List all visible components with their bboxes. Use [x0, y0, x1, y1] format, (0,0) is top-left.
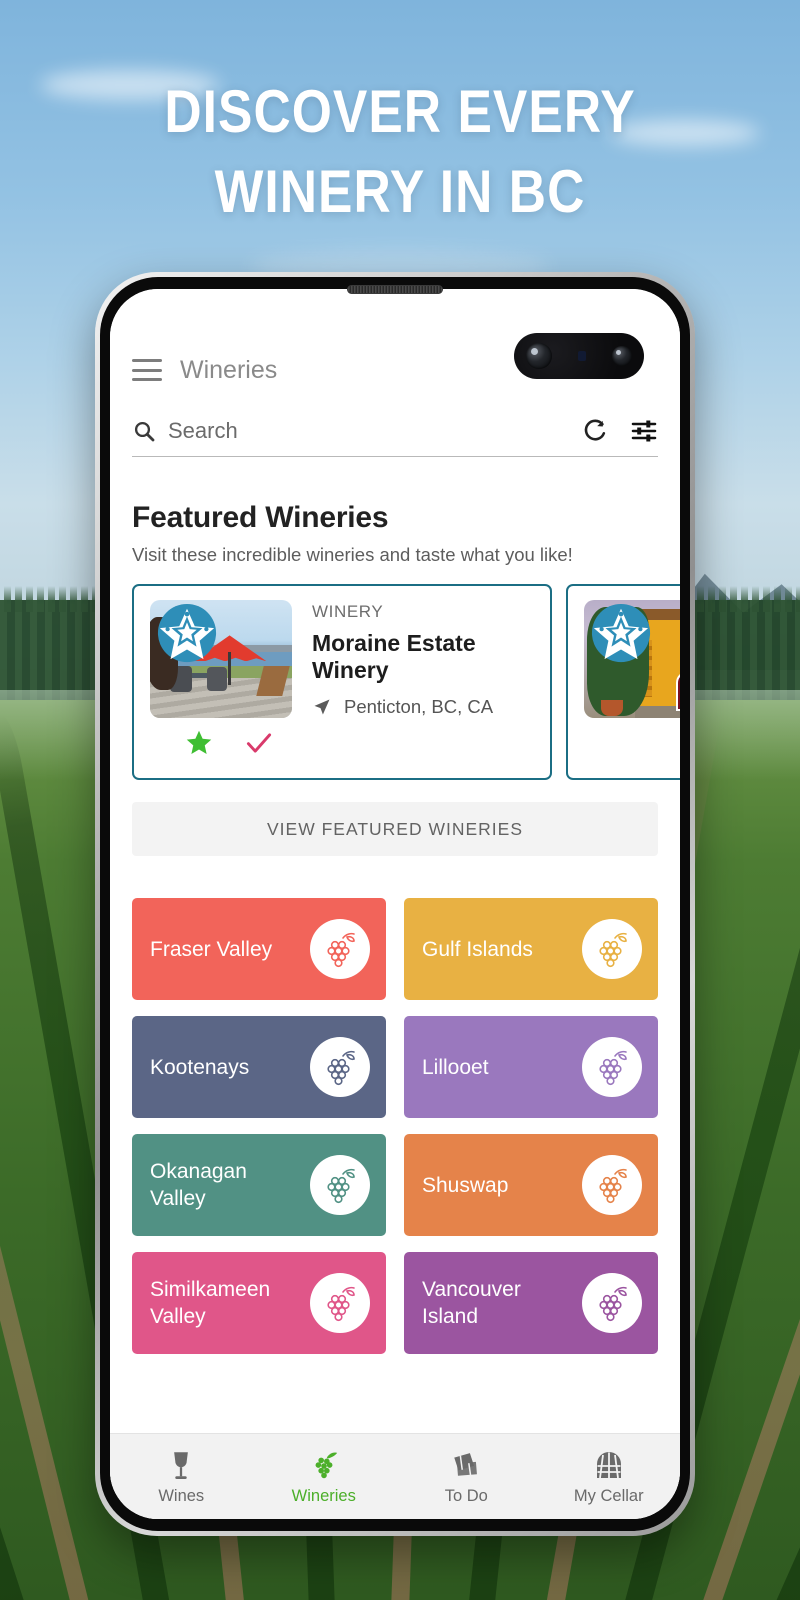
grapes-icon — [310, 1155, 370, 1215]
grapes-icon — [310, 919, 370, 979]
tickets-icon — [450, 1448, 482, 1482]
region-tile-fraser-valley[interactable]: Fraser Valley — [132, 898, 386, 1000]
nav-item-my-cellar[interactable]: My Cellar — [538, 1448, 681, 1506]
grapes-icon — [582, 1273, 642, 1333]
star-icon[interactable] — [184, 728, 214, 758]
region-label: Similkameen Valley — [150, 1278, 271, 1328]
phone-screen: Wineries Search Featured Wineries Visit … — [110, 289, 680, 1519]
promo-headline: DISCOVER EVERY WINERY IN BC — [56, 72, 744, 232]
winery-kicker: WINERY — [312, 602, 384, 621]
phone-bezel: Wineries Search Featured Wineries Visit … — [100, 277, 690, 1531]
grapes-icon — [582, 919, 642, 979]
winery-thumbnail — [150, 600, 292, 718]
front-camera-lens-secondary-icon — [612, 346, 632, 366]
hamburger-menu-icon[interactable] — [132, 359, 162, 381]
region-tile-lillooet[interactable]: Lillooet — [404, 1016, 658, 1118]
grapes-icon — [582, 1037, 642, 1097]
headline-line-1: DISCOVER EVERY — [164, 78, 636, 145]
nav-label: Wines — [158, 1486, 205, 1505]
region-label: Lillooet — [422, 1055, 489, 1079]
headline-line-2: WINERY IN BC — [214, 158, 586, 225]
nav-item-wines[interactable]: Wines — [110, 1448, 253, 1506]
region-tile-kootenays[interactable]: Kootenays — [132, 1016, 386, 1118]
nav-item-to-do[interactable]: To Do — [395, 1448, 538, 1506]
scroll-content[interactable]: Featured Wineries Visit these incredible… — [110, 457, 680, 1519]
page-title: Wineries — [180, 356, 278, 384]
region-grid: Fraser Valley Gulf Islands Kootenays Lil… — [132, 898, 658, 1354]
phone-mockup: Wineries Search Featured Wineries Visit … — [95, 272, 695, 1536]
star-badge-icon — [156, 602, 218, 664]
region-tile-vancouver-island[interactable]: Vancouver Island — [404, 1252, 658, 1354]
view-featured-wineries-button[interactable]: VIEW FEATURED WINERIES — [132, 802, 658, 856]
navigation-arrow-icon — [312, 697, 332, 717]
search-bar — [132, 417, 658, 457]
grapes-icon — [310, 1273, 370, 1333]
star-badge-icon — [590, 602, 652, 664]
bottom-navigation-bar: Wines Wineries To Do My Cellar — [110, 1433, 680, 1519]
front-camera-lens-icon — [526, 343, 552, 369]
nav-item-wineries[interactable]: Wineries — [253, 1448, 396, 1506]
region-label: Shuswap — [422, 1173, 509, 1197]
tune-filter-icon[interactable] — [630, 417, 658, 445]
nav-label: My Cellar — [573, 1486, 644, 1505]
featured-winery-card[interactable] — [566, 584, 680, 780]
refresh-icon[interactable] — [581, 418, 608, 445]
region-label: Gulf Islands — [422, 937, 533, 961]
region-tile-okanagan-valley[interactable]: Okanagan Valley — [132, 1134, 386, 1236]
grapes-icon — [309, 1448, 339, 1482]
region-tile-similkameen-valley[interactable]: Similkameen Valley — [132, 1252, 386, 1354]
nav-label: Wineries — [291, 1486, 356, 1505]
region-label: Fraser Valley — [150, 937, 273, 961]
app-viewport: Wineries Search Featured Wineries Visit … — [110, 289, 680, 1519]
winery-thumbnail — [584, 600, 680, 718]
camera-cutout — [514, 333, 644, 379]
winery-location: Penticton, BC, CA — [344, 696, 494, 717]
search-field-group[interactable] — [132, 418, 559, 444]
grapes-icon — [582, 1155, 642, 1215]
region-label: Vancouver Island — [422, 1278, 521, 1328]
region-tile-gulf-islands[interactable]: Gulf Islands — [404, 898, 658, 1000]
region-tile-shuswap[interactable]: Shuswap — [404, 1134, 658, 1236]
featured-winery-card[interactable]: WINERY Moraine Estate Winery Penticton, … — [132, 584, 552, 780]
wine-glass-icon — [167, 1448, 195, 1482]
region-label: Okanagan Valley — [150, 1160, 247, 1210]
earpiece-speaker — [347, 285, 443, 294]
search-input[interactable] — [168, 418, 559, 444]
grapes-icon — [310, 1037, 370, 1097]
featured-section-title: Featured Wineries — [132, 501, 389, 534]
featured-cards-rail[interactable]: WINERY Moraine Estate Winery Penticton, … — [132, 584, 680, 780]
region-label: Kootenays — [150, 1055, 250, 1079]
featured-section-subtitle: Visit these incredible wineries and tast… — [132, 544, 573, 565]
nav-label: To Do — [444, 1486, 488, 1505]
proximity-sensor-icon — [578, 351, 586, 361]
check-icon[interactable] — [244, 728, 274, 758]
cellar-arch-icon — [594, 1448, 624, 1482]
winery-name: Moraine Estate Winery — [312, 630, 476, 683]
search-icon — [132, 419, 156, 443]
